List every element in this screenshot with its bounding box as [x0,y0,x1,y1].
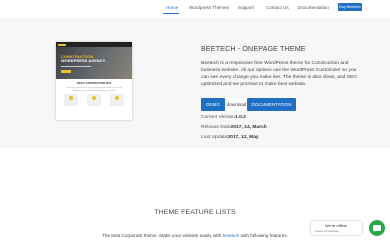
preview-hero-title: CONSTRUCTION WORDPRESS AGENCY [61,54,106,64]
preview-hero-button [61,70,71,73]
preview-card-icon [115,96,119,100]
subtitle-text: The best Corporate theme. Make your webs… [101,233,223,238]
preview-text-line [72,89,116,91]
demo-button[interactable]: DEMO [201,98,225,111]
preview-logo [58,43,66,46]
subtitle-brand-link[interactable]: beetech [223,233,240,238]
meta-value: 1.0.2 [234,115,246,120]
preview-card-icon [92,96,96,100]
nav-item-support[interactable]: Support [238,5,254,11]
download-button[interactable]: download [226,98,247,111]
current-version: Current Version1.0.2 [201,115,246,120]
top-navigation: Home Wordpress Themes Support Contact Us… [0,0,390,18]
subtitle-text: with following features. [239,233,289,238]
theme-title: BEETECH - ONEPAGE THEME [201,44,306,53]
nav-item-wordpress-themes[interactable]: Wordpress Themes [189,5,229,11]
meta-value: 2017, 14, March [230,125,267,130]
nav-item-contact-us[interactable]: Contact Us [266,5,289,11]
preview-hero-line2: WORDPRESS AGENCY [61,58,106,64]
meta-label: Release Date [201,125,231,130]
meta-label: Current Version [201,115,235,120]
buy-button[interactable]: Buy Beetech [338,3,362,11]
theme-description: Beetech is a responsive free WordPress t… [201,61,357,87]
chat-bubble-icon [373,225,381,232]
chat-offline-panel[interactable]: We're offline Leave a message [311,221,362,235]
theme-preview-image[interactable]: CONSTRUCTION WORDPRESS AGENCY ABOUT CONS… [56,42,132,120]
meta-value: 2017, 12, May [227,135,259,140]
release-date: Release Date2017, 14, March [201,125,267,130]
nav-menu: Home Wordpress Themes Support Contact Us… [0,5,390,15]
preview-section-label: ABOUT CONSTRUCTION SITE [76,82,112,85]
meta-label: Last Update [201,135,228,140]
chat-status: We're offline [325,223,347,228]
preview-text-line [66,87,122,88]
last-update: Last Update2017, 12, May [201,135,259,140]
chat-launcher-button[interactable] [369,220,385,236]
feature-list-title: THEME FEATURE LISTS [154,209,236,216]
nav-item-home[interactable]: Home [166,5,178,11]
active-nav-indicator [163,13,179,14]
preview-hero-subtext [61,66,91,67]
nav-item-documentation[interactable]: Documentation [298,5,329,11]
preview-card-icon [69,96,73,100]
documentation-button[interactable]: DOCUMENTATION [247,98,296,111]
chat-message: Leave a message [315,229,339,233]
